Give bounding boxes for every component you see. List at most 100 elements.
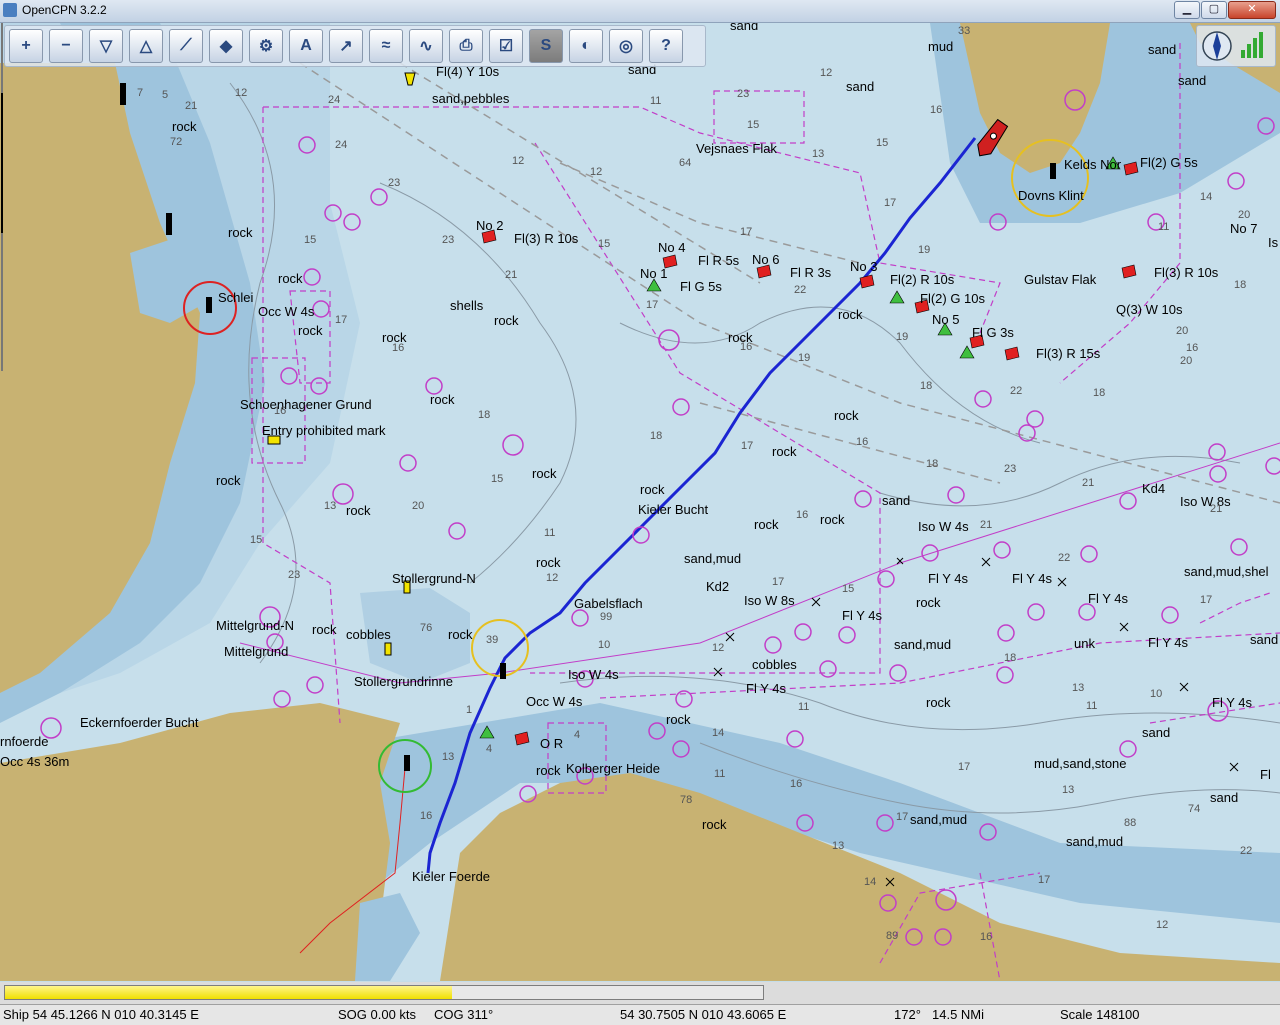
depth-sounding: 12	[512, 155, 525, 167]
depth-sounding: 18	[1234, 279, 1247, 291]
chart-label: Schlei	[218, 290, 254, 305]
depth-sounding: 15	[598, 238, 611, 250]
chart-label: sand	[1142, 725, 1171, 740]
chart-label: rock	[666, 712, 691, 727]
depth-sounding: 15	[876, 137, 889, 149]
depth-sounding: 78	[680, 794, 693, 806]
status-bar: Ship 54 45.1266 N 010 40.3145 E SOG 0.00…	[0, 1004, 1280, 1025]
depth-sounding: 23	[737, 88, 750, 100]
depth-sounding: 16	[980, 931, 993, 943]
chart-label: Iso W 4s	[568, 667, 619, 682]
chart-label: rock	[834, 408, 859, 423]
depth-sounding: 10	[1150, 688, 1163, 700]
depth-sounding: 89	[886, 930, 899, 942]
chart-label: Kieler Bucht	[638, 502, 709, 517]
depth-sounding: 13	[832, 840, 845, 852]
depth-sounding: 23	[442, 234, 455, 246]
route-manager-button[interactable]: ☑	[489, 29, 523, 63]
chart-label: O R	[540, 736, 564, 751]
chart-label: Mittelgrund-N	[216, 618, 295, 633]
chart-label: sand,mud	[684, 551, 742, 566]
auto-follow-button[interactable]: ◆	[209, 29, 243, 63]
depth-sounding: 13	[324, 500, 337, 512]
zoom-in-button[interactable]: +	[9, 29, 43, 63]
chart-label: rock	[448, 627, 473, 642]
chart-label: Fl(4) Y 10s	[436, 64, 500, 79]
minimize-button[interactable]: ▁	[1174, 1, 1200, 19]
status-scale: Scale 148100	[1060, 1007, 1140, 1022]
chart-label: shells	[450, 298, 484, 313]
chart-label: sand	[882, 493, 911, 508]
chart-label: rnfoerde	[0, 734, 49, 749]
depth-sounding: 17	[772, 576, 785, 588]
chart-label: Fl(2) G 5s	[1140, 155, 1198, 170]
depth-sounding: 16	[856, 436, 869, 448]
depth-sounding: 74	[1188, 803, 1201, 815]
maximize-button[interactable]: ▢	[1201, 1, 1227, 19]
depth-sounding: 15	[842, 583, 855, 595]
depth-sounding: 14	[712, 727, 725, 739]
print-button[interactable]: ⎙	[449, 29, 483, 63]
depth-sounding: 23	[388, 177, 401, 189]
depth-sounding: 16	[274, 405, 287, 417]
close-button[interactable]: ✕	[1228, 1, 1276, 19]
depth-sounding: 72	[170, 136, 183, 148]
chart-label: Is	[1268, 235, 1279, 250]
depth-sounding: 24	[335, 139, 348, 151]
depth-sounding: 11	[650, 95, 662, 107]
depth-sounding: 21	[505, 269, 518, 281]
color-scheme-button[interactable]: ◐	[569, 29, 603, 63]
depth-sounding: 13	[1062, 784, 1075, 796]
tide-button[interactable]: ≈	[369, 29, 403, 63]
chart-label: sand,mud,shel	[1184, 564, 1269, 579]
depth-sounding: 17	[1200, 594, 1213, 606]
text-button[interactable]: A	[289, 29, 323, 63]
chart-label: Fl G 5s	[680, 279, 722, 294]
help-button[interactable]: ?	[649, 29, 683, 63]
chart-label: Gabelsflach	[574, 596, 643, 611]
depth-sounding: 19	[896, 331, 909, 343]
scale-out-button[interactable]: △	[129, 29, 163, 63]
depth-sounding: 19	[798, 352, 811, 364]
depth-sounding: 18	[478, 409, 491, 421]
chart-label: Fl Y 4s	[1088, 591, 1128, 606]
depth-sounding: 12	[590, 166, 603, 178]
chart-label: rock	[916, 595, 941, 610]
depth-sounding: 33	[958, 25, 971, 37]
depth-sounding: 13	[1072, 682, 1085, 694]
depth-sounding: 22	[1010, 385, 1023, 397]
depth-sounding: 17	[741, 440, 754, 452]
status-cursor-position: 54 30.7505 N 010 43.6065 E	[620, 1007, 787, 1022]
route-button[interactable]: ⟋	[169, 29, 203, 63]
zoom-out-button[interactable]: −	[49, 29, 83, 63]
depth-sounding: 7	[137, 87, 144, 99]
depth-sounding: 20	[1180, 355, 1193, 367]
chart-label: Dovns Klint	[1018, 188, 1084, 203]
chart-label: Q(3) W 10s	[1116, 302, 1183, 317]
tide-graph-button[interactable]: ∿	[409, 29, 443, 63]
chart-label: Fl Y 4s	[1012, 571, 1052, 586]
depth-sounding: 16	[930, 104, 943, 116]
chart-label: cobbles	[752, 657, 797, 672]
chart-label: Fl(3) R 10s	[514, 231, 579, 246]
chart-label: Eckernfoerder Bucht	[80, 715, 199, 730]
depth-sounding: 17	[335, 314, 348, 326]
chart-label: Fl(2) R 10s	[890, 272, 955, 287]
chart-label: rock	[838, 307, 863, 322]
window-titlebar: OpenCPN 3.2.2 ▁ ▢ ✕	[0, 0, 1280, 23]
track-button[interactable]: S	[529, 29, 563, 63]
chart-label: Fl Y 4s	[1148, 635, 1188, 650]
chart-label: sand	[846, 79, 875, 94]
mob-button[interactable]: ◎	[609, 29, 643, 63]
chart-label: rock	[494, 313, 519, 328]
chart-quilt-progress[interactable]	[4, 985, 764, 1000]
depth-sounding: 11	[714, 768, 726, 780]
depth-sounding: 12	[1156, 919, 1169, 931]
chart-canvas[interactable]: Fl(4) Y 10s sand,pebbles sand sand mud sand sa…	[0, 23, 1280, 981]
chart-label: rock	[172, 119, 197, 134]
settings-button[interactable]: ⚙	[249, 29, 283, 63]
scale-in-button[interactable]: ▽	[89, 29, 123, 63]
depth-sounding: 14	[864, 876, 877, 888]
status-bearing: 172°	[894, 1007, 921, 1022]
current-button[interactable]: ↗	[329, 29, 363, 63]
